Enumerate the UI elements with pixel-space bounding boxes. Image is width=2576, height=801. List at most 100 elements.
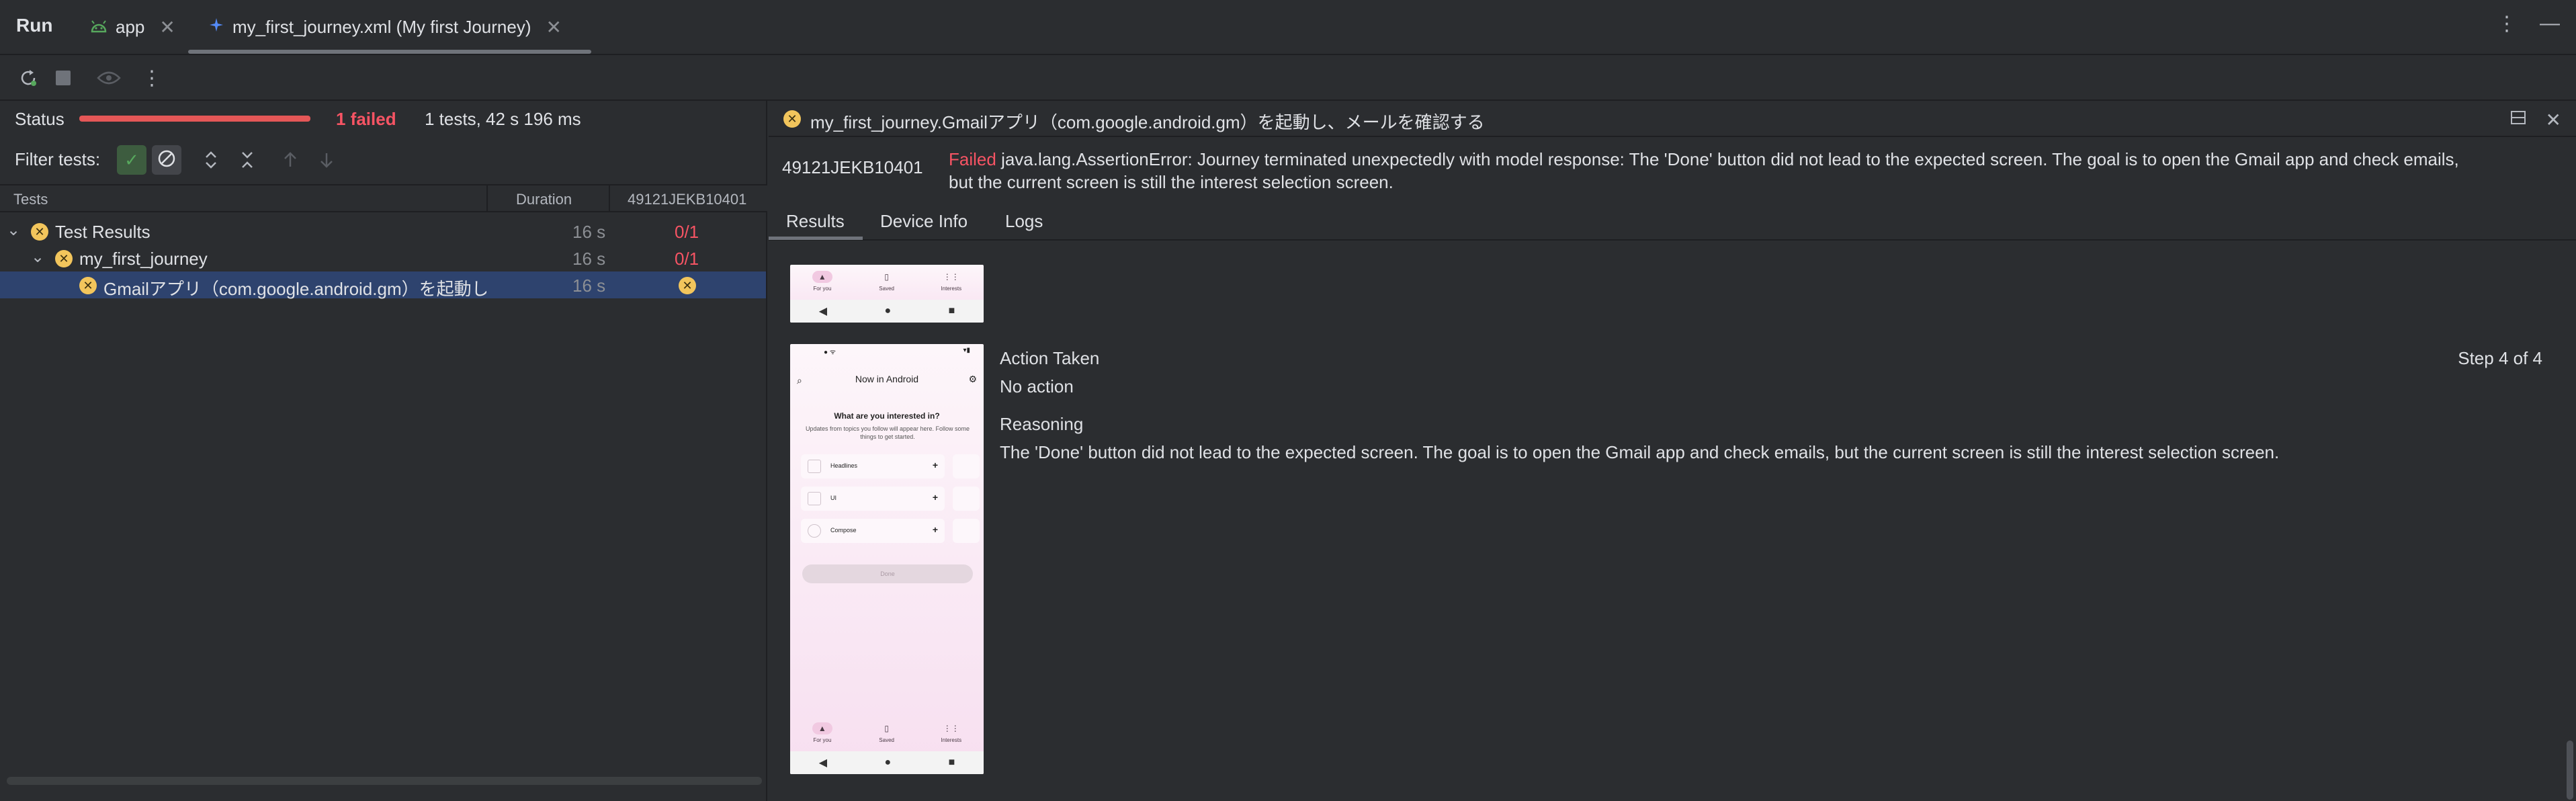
failed-icon: ✕ bbox=[79, 277, 97, 294]
failed-icon: ✕ bbox=[31, 223, 48, 241]
home-circle-icon: ● bbox=[884, 305, 892, 317]
tab-journey[interactable]: my_first_journey.xml (My first Journey) … bbox=[208, 0, 562, 54]
home-icon: ▲ bbox=[812, 722, 832, 734]
device-id: 49121JEKB10401 bbox=[782, 157, 923, 177]
phone-tab-label: Saved bbox=[879, 285, 894, 292]
tests-column-header[interactable]: Tests bbox=[13, 191, 48, 208]
step-screenshot-previous: ▲ For you ▯ Saved ⋮⋮ Interests ◀ ● ■ bbox=[790, 265, 984, 323]
tree-row-result: 0/1 bbox=[675, 222, 699, 242]
previous-failed-icon[interactable] bbox=[275, 145, 305, 175]
collapse-all-icon[interactable] bbox=[232, 145, 262, 175]
phone-bottom-tabs: ▲ For you ▯ Saved ⋮⋮ Interests bbox=[790, 265, 984, 297]
tree-row-duration: 16 s bbox=[572, 276, 606, 296]
phone-tab-interests: ⋮⋮ Interests bbox=[941, 271, 961, 292]
tab-logs[interactable]: Logs bbox=[1005, 211, 1043, 232]
home-circle-icon: ● bbox=[884, 757, 892, 768]
grid-icon: ⋮⋮ bbox=[943, 723, 959, 733]
step-counter: Step 4 of 4 bbox=[2458, 348, 2542, 368]
phone-status-bar: ● ᯤ ▾▮ bbox=[790, 347, 984, 359]
phone-app-title: Now in Android bbox=[855, 374, 919, 384]
column-separator bbox=[609, 185, 610, 212]
vertical-scrollbar[interactable] bbox=[2567, 741, 2573, 800]
tree-row-test-results[interactable]: ⌄ ✕ Test Results 16 s 0/1 bbox=[0, 218, 766, 245]
detail-actions: ✕ bbox=[2509, 109, 2561, 131]
search-icon: ⌕ bbox=[797, 375, 802, 386]
results-view: ▲ For you ▯ Saved ⋮⋮ Interests ◀ ● ■ ● ᯤ ▾▮ ⌕… bbox=[769, 242, 2576, 801]
more-options-icon[interactable]: ⋮ bbox=[2497, 12, 2517, 36]
back-icon: ◀ bbox=[818, 757, 828, 769]
more-icon[interactable]: ⋮ bbox=[140, 66, 164, 90]
layout-icon[interactable] bbox=[2509, 109, 2527, 131]
chevron-down-icon[interactable]: ⌄ bbox=[31, 247, 44, 267]
error-line-2: but the current screen is still the inte… bbox=[949, 172, 1393, 192]
tab-app[interactable]: app ✕ bbox=[90, 0, 175, 54]
phone-subtitle: Updates from topics you follow will appe… bbox=[805, 425, 970, 440]
bookmark-icon: ▯ bbox=[884, 271, 889, 282]
test-detail-panel: ✕ my_first_journey.Gmailアプリ（com.google.a… bbox=[769, 101, 2576, 801]
filter-row: Filter tests: ✓ bbox=[0, 137, 767, 180]
step-screenshot[interactable]: ● ᯤ ▾▮ ⌕ Now in Android ⚙ What are you i… bbox=[790, 344, 984, 774]
detail-tabs: Results Device Info Logs bbox=[769, 206, 2576, 241]
phone-bottom-tabs: ▲ For you ▯ Saved ⋮⋮ Interests bbox=[790, 714, 984, 751]
minimize-icon[interactable]: — bbox=[2540, 12, 2560, 36]
tab-results[interactable]: Results bbox=[786, 211, 845, 232]
active-tab-indicator bbox=[188, 50, 591, 54]
horizontal-scrollbar[interactable] bbox=[7, 777, 762, 785]
topic-thumbnail bbox=[808, 492, 821, 505]
journey-icon bbox=[208, 17, 224, 38]
device-column-header[interactable]: 49121JEKB10401 bbox=[628, 191, 746, 208]
add-icon: + bbox=[932, 524, 938, 535]
stop-icon[interactable] bbox=[51, 66, 75, 90]
rerun-icon[interactable] bbox=[16, 66, 40, 90]
chevron-down-icon[interactable]: ⌄ bbox=[7, 220, 20, 240]
phone-app-bar: ⌕ Now in Android ⚙ bbox=[790, 374, 984, 392]
tree-row-duration: 16 s bbox=[572, 249, 606, 269]
topic-thumbnail bbox=[808, 524, 821, 538]
phone-tab-label: Interests bbox=[941, 736, 962, 743]
phone-tab-label: For you bbox=[813, 285, 832, 292]
tab-device-info[interactable]: Device Info bbox=[880, 211, 968, 232]
show-passed-toggle[interactable]: ✓ bbox=[117, 145, 146, 175]
add-icon: + bbox=[932, 460, 938, 470]
close-icon[interactable]: ✕ bbox=[159, 16, 175, 38]
phone-question: What are you interested in? bbox=[834, 411, 940, 421]
phone-tab-for-you: ▲ For you bbox=[812, 722, 832, 743]
failed-icon: ✕ bbox=[679, 277, 696, 294]
home-icon: ▲ bbox=[812, 270, 832, 283]
phone-done-button: Done bbox=[802, 564, 973, 583]
window-actions: ⋮ — bbox=[2497, 12, 2560, 36]
tool-window-header: Run app ✕ my_first_journey.xml (My first… bbox=[0, 0, 2576, 55]
tree-row-gmail-test[interactable]: ✕ Gmailアプリ（com.google.android.gm）を起動し 16… bbox=[0, 271, 766, 299]
show-ignored-toggle[interactable] bbox=[152, 145, 181, 175]
duration-column-header[interactable]: Duration bbox=[516, 191, 572, 208]
failed-icon: ✕ bbox=[55, 250, 73, 267]
check-icon: ✓ bbox=[124, 149, 139, 170]
tab-app-label: app bbox=[116, 16, 145, 37]
tree-row-journey[interactable]: ⌄ ✕ my_first_journey 16 s 0/1 bbox=[0, 245, 766, 271]
expand-all-icon[interactable] bbox=[196, 145, 226, 175]
tree-row-name: Gmailアプリ（com.google.android.gm）を起動し bbox=[103, 279, 486, 299]
action-taken-label: Action Taken bbox=[1000, 348, 1100, 368]
phone-tab-saved: ▯ Saved bbox=[877, 722, 897, 743]
phone-topic-item: Compose + bbox=[801, 519, 945, 543]
action-taken-value: No action bbox=[1000, 376, 1074, 396]
tree-row-name: my_first_journey bbox=[79, 249, 208, 269]
tree-row-duration: 16 s bbox=[572, 222, 606, 242]
tree-row-result: 0/1 bbox=[675, 249, 699, 269]
close-icon[interactable]: ✕ bbox=[2546, 109, 2561, 131]
phone-topic-peek bbox=[953, 487, 980, 511]
close-icon[interactable]: ✕ bbox=[546, 16, 562, 38]
topic-name: Compose bbox=[830, 527, 857, 534]
next-failed-icon[interactable] bbox=[312, 145, 341, 175]
eye-icon[interactable] bbox=[94, 66, 124, 90]
android-icon bbox=[90, 17, 108, 38]
status-label: Status bbox=[15, 109, 65, 129]
tab-journey-label: my_first_journey.xml (My first Journey) bbox=[232, 16, 531, 37]
error-status: Failed bbox=[949, 149, 996, 169]
recents-icon: ■ bbox=[948, 305, 955, 317]
phone-tab-label: For you bbox=[813, 736, 832, 743]
error-line-1: java.lang.AssertionError: Journey termin… bbox=[1001, 149, 2459, 169]
battery-icon: ▾▮ bbox=[963, 347, 970, 354]
detail-title-row: ✕ my_first_journey.Gmailアプリ（com.google.a… bbox=[769, 101, 2576, 137]
phone-topic-peek bbox=[953, 519, 980, 543]
